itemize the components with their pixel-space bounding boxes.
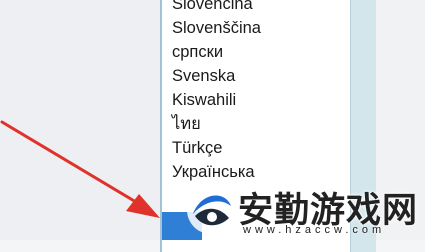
language-option-slovak[interactable]: Slovenčina bbox=[172, 0, 261, 16]
language-list: Slovenčina Slovenščina српски Svenska Ki… bbox=[172, 0, 261, 184]
language-option-swahili[interactable]: Kiswahili bbox=[172, 88, 261, 112]
language-option-slovenian[interactable]: Slovenščina bbox=[172, 16, 261, 40]
site-watermark: 安勤游戏网 www.hzaccw.com bbox=[185, 180, 425, 240]
watermark-url: www.hzaccw.com bbox=[243, 224, 386, 236]
watermark-logo-icon bbox=[187, 186, 235, 234]
language-option-thai[interactable]: ไทย bbox=[172, 112, 261, 136]
language-option-serbian[interactable]: српски bbox=[172, 40, 261, 64]
page-background bbox=[0, 0, 160, 240]
language-option-swedish[interactable]: Svenska bbox=[172, 64, 261, 88]
language-option-turkish[interactable]: Türkçe bbox=[172, 136, 261, 160]
